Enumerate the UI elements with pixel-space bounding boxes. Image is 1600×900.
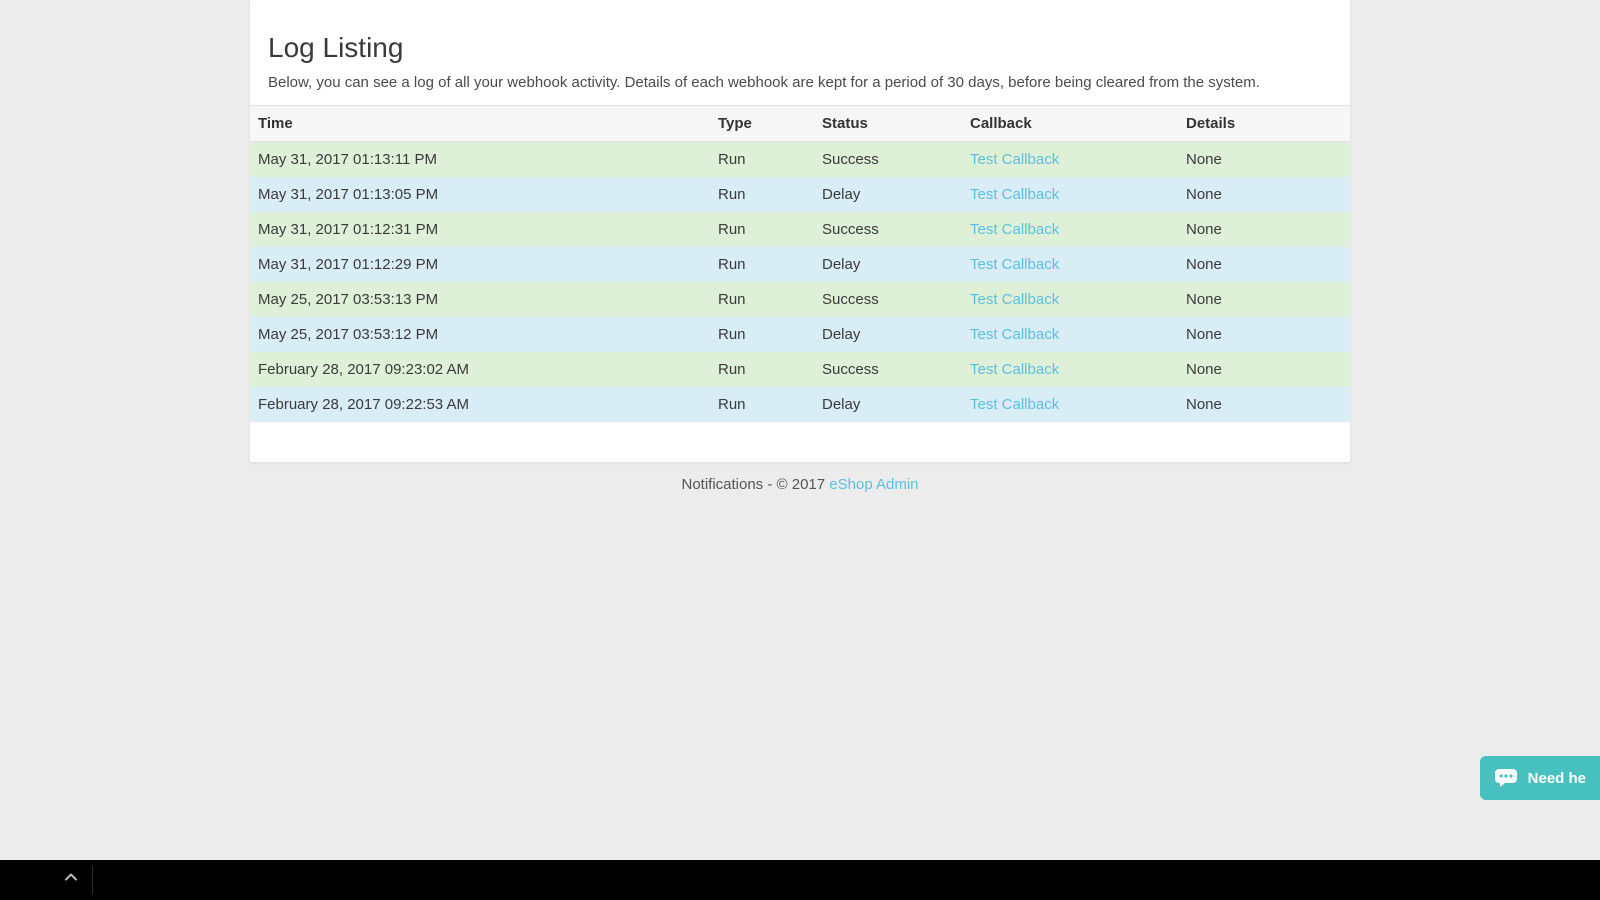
cell-details: None [1180, 352, 1350, 387]
cell-time: May 25, 2017 03:53:13 PM [250, 282, 712, 317]
bottom-bar-separator [92, 866, 93, 894]
cell-type: Run [712, 282, 816, 317]
cell-type: Run [712, 387, 816, 422]
cell-time: May 31, 2017 01:12:31 PM [250, 212, 712, 247]
cell-time: May 25, 2017 03:53:12 PM [250, 317, 712, 352]
cell-status: Delay [816, 317, 964, 352]
table-row: May 31, 2017 01:13:11 PMRunSuccess Test C… [250, 142, 1350, 178]
cell-callback: Test Callback [964, 142, 1180, 178]
callback-link[interactable]: Test Callback [970, 221, 1059, 238]
cell-status: Success [816, 282, 964, 317]
callback-link[interactable]: Test Callback [970, 361, 1059, 378]
callback-link[interactable]: Test Callback [970, 186, 1059, 203]
cell-type: Run [712, 142, 816, 178]
cell-status: Success [816, 212, 964, 247]
cell-details: None [1180, 212, 1350, 247]
chat-widget[interactable]: Need he [1480, 756, 1600, 800]
callback-link[interactable]: Test Callback [970, 256, 1059, 273]
chat-label: Need he [1528, 770, 1586, 787]
callback-link[interactable]: Test Callback [970, 291, 1059, 308]
footer: Notifications - © 2017 eShop Admin [0, 476, 1600, 493]
page-description: Below, you can see a log of all your web… [250, 74, 1350, 105]
cell-status: Delay [816, 247, 964, 282]
cell-details: None [1180, 317, 1350, 352]
cell-callback: Test Callback [964, 282, 1180, 317]
cell-time: May 31, 2017 01:13:11 PM [250, 142, 712, 178]
table-row: May 31, 2017 01:12:31 PMRunSuccess Test C… [250, 212, 1350, 247]
col-header-callback: Callback [964, 106, 1180, 142]
log-card: Log Listing Below, you can see a log of … [250, 0, 1350, 462]
cell-callback: Test Callback [964, 387, 1180, 422]
cell-type: Run [712, 352, 816, 387]
footer-text: Notifications - © 2017 [681, 476, 829, 493]
cell-details: None [1180, 177, 1350, 212]
cell-details: None [1180, 282, 1350, 317]
table-row: May 31, 2017 01:13:05 PMRunDelay Test Cal… [250, 177, 1350, 212]
cell-time: February 28, 2017 09:22:53 AM [250, 387, 712, 422]
table-row: May 25, 2017 03:53:12 PMRunDelay Test Cal… [250, 317, 1350, 352]
cell-details: None [1180, 387, 1350, 422]
cell-callback: Test Callback [964, 247, 1180, 282]
bottom-bar [0, 860, 1600, 900]
cell-time: May 31, 2017 01:13:05 PM [250, 177, 712, 212]
col-header-type: Type [712, 106, 816, 142]
page-title: Log Listing [250, 20, 1350, 74]
cell-type: Run [712, 247, 816, 282]
cell-callback: Test Callback [964, 177, 1180, 212]
table-row: February 28, 2017 09:23:02 AMRunSuccess T… [250, 352, 1350, 387]
table-row: February 28, 2017 09:22:53 AMRunDelay Tes… [250, 387, 1350, 422]
cell-status: Success [816, 352, 964, 387]
col-header-status: Status [816, 106, 964, 142]
cell-type: Run [712, 317, 816, 352]
callback-link[interactable]: Test Callback [970, 151, 1059, 168]
table-row: May 25, 2017 03:53:13 PMRunSuccess Test C… [250, 282, 1350, 317]
cell-time: February 28, 2017 09:23:02 AM [250, 352, 712, 387]
table-header-row: Time Type Status Callback Details [250, 106, 1350, 142]
chevron-up-icon[interactable] [64, 871, 78, 890]
col-header-time: Time [250, 106, 712, 142]
cell-callback: Test Callback [964, 212, 1180, 247]
col-header-details: Details [1180, 106, 1350, 142]
table-row: May 31, 2017 01:12:29 PMRunDelay Test Cal… [250, 247, 1350, 282]
cell-status: Delay [816, 387, 964, 422]
chat-icon [1494, 768, 1518, 788]
callback-link[interactable]: Test Callback [970, 326, 1059, 343]
log-table: Time Type Status Callback Details May 31… [250, 105, 1350, 422]
callback-link[interactable]: Test Callback [970, 396, 1059, 413]
cell-time: May 31, 2017 01:12:29 PM [250, 247, 712, 282]
cell-callback: Test Callback [964, 352, 1180, 387]
cell-type: Run [712, 177, 816, 212]
cell-status: Success [816, 142, 964, 178]
cell-details: None [1180, 142, 1350, 178]
cell-type: Run [712, 212, 816, 247]
cell-details: None [1180, 247, 1350, 282]
footer-link[interactable]: eShop Admin [829, 476, 918, 493]
cell-status: Delay [816, 177, 964, 212]
cell-callback: Test Callback [964, 317, 1180, 352]
